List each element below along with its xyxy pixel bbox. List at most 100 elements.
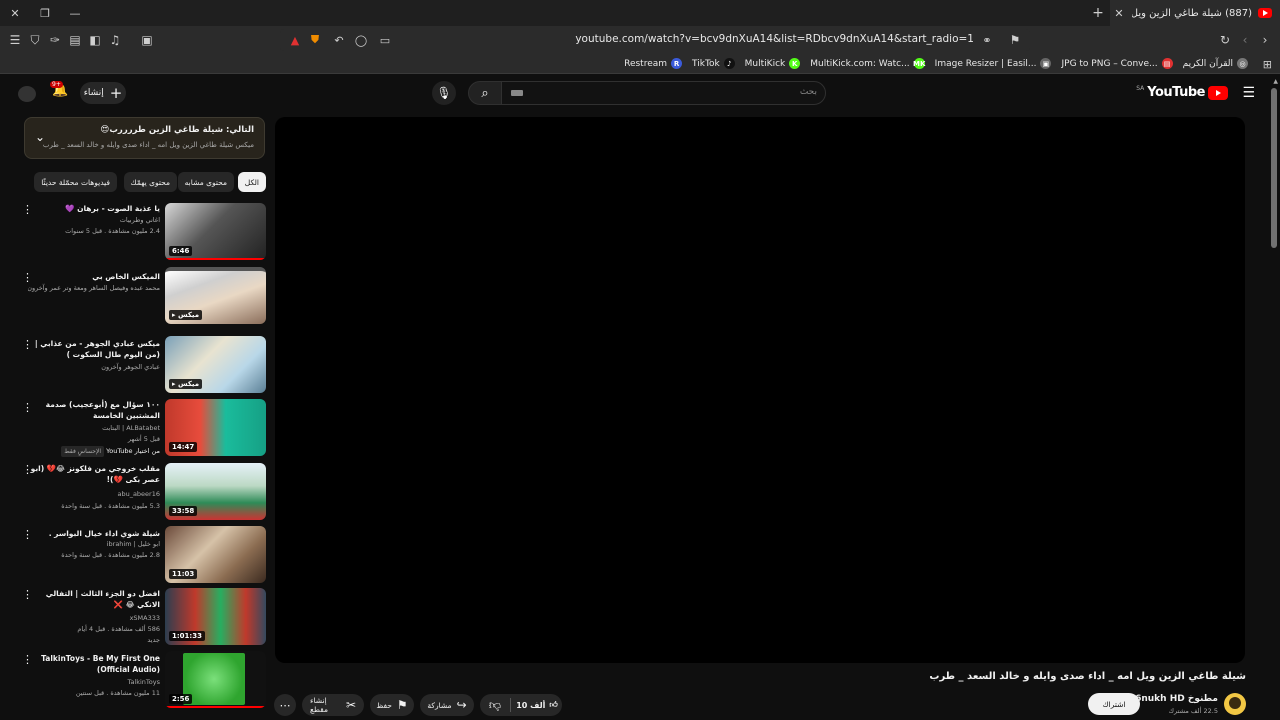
guide-menu-icon[interactable]: ☰ bbox=[1242, 85, 1255, 101]
more-options-icon[interactable]: ⋮ bbox=[22, 463, 33, 476]
address-bar[interactable]: ▲ ⛊ ↶ ◯ ▭ youtube.com/watch?v=bcv9dnXuA1… bbox=[280, 29, 1030, 51]
notifications-button[interactable]: 🔔 9+ bbox=[50, 81, 72, 103]
youtube-logo[interactable]: SA YouTube bbox=[1135, 85, 1228, 100]
list-item[interactable]: 14:47 ١٠٠ سؤال مع (أبوعجيب) صدمة المشتبي… bbox=[18, 399, 266, 459]
video-thumbnail[interactable]: 2:56 bbox=[165, 651, 266, 708]
page-scrollbar[interactable] bbox=[1271, 88, 1277, 248]
playlist-panel[interactable]: ⌄ التالي: شيلة طاغي الزين طررررب😍 ميكس ش… bbox=[24, 117, 265, 159]
video-thumbnail[interactable]: 33:58 bbox=[165, 463, 266, 520]
search-button[interactable]: ⌕ bbox=[468, 81, 502, 105]
video-title[interactable]: TalkinToys - Be My First One (Official A… bbox=[28, 653, 160, 675]
video-title[interactable]: شيلة شوي اداء خيال البواسر . bbox=[28, 528, 160, 539]
new-tab-button[interactable]: + bbox=[1088, 0, 1108, 26]
video-thumbnail[interactable]: 6:46 bbox=[165, 203, 266, 260]
more-options-icon[interactable]: ⋮ bbox=[22, 401, 33, 414]
screen-icon[interactable]: ▭ bbox=[376, 31, 394, 49]
video-thumbnail[interactable]: 14:47 bbox=[165, 399, 266, 456]
browser-tab-youtube[interactable]: ✕ (887) شيلة طاغي الزين ويل امه _ bbox=[1110, 0, 1280, 26]
reload-icon[interactable]: ↻ bbox=[1216, 31, 1234, 49]
channel-name[interactable]: xSMA333 bbox=[28, 613, 160, 624]
link-icon[interactable]: ⚭ bbox=[978, 31, 996, 49]
channel-name[interactable]: اغاني وطربيات bbox=[28, 215, 160, 226]
chip-for-you[interactable]: محتوى يهمّك bbox=[123, 172, 177, 192]
like-button[interactable]: 10 ألف 👍︎ bbox=[512, 694, 562, 716]
share-button[interactable]: مشاركة ↪ bbox=[420, 694, 474, 716]
more-options-icon[interactable]: ⋮ bbox=[22, 653, 33, 666]
forward-icon[interactable]: › bbox=[1256, 31, 1274, 49]
tab-close-icon[interactable]: ✕ bbox=[1112, 7, 1126, 20]
music-icon[interactable]: ♫ bbox=[106, 31, 124, 49]
channel-name[interactable]: عبادي الجوهر وآخرون bbox=[28, 362, 160, 373]
chat-icon[interactable]: ◯ bbox=[352, 31, 370, 49]
bookmark-item[interactable]: JPG to PNG – Conve... ▤ bbox=[1061, 58, 1173, 69]
apps-grid-icon[interactable]: ⊞ bbox=[1263, 58, 1272, 71]
more-options-icon[interactable]: ⋮ bbox=[22, 588, 33, 601]
tabs-icon[interactable]: ▣ bbox=[138, 31, 156, 49]
chip-related[interactable]: محتوى مشابه bbox=[177, 172, 234, 192]
video-title[interactable]: الميكس الخاص بي bbox=[28, 271, 160, 282]
bookmark-item[interactable]: MultiKick K bbox=[745, 58, 801, 69]
channel-name[interactable]: ALBatabet | البتابت bbox=[28, 423, 160, 434]
video-title[interactable]: ١٠٠ سؤال مع (أبوعجيب) صدمة المشتبين الخا… bbox=[28, 399, 160, 421]
brave-shield-icon[interactable]: ⛊ bbox=[306, 31, 324, 49]
video-title[interactable]: يا عذبة الصوت - برهان 💜 bbox=[28, 203, 160, 214]
more-options-icon[interactable]: ⋮ bbox=[22, 528, 33, 541]
list-item[interactable]: ▸ ميكس ميكس عبادي الجوهر - من عذابي | (م… bbox=[18, 336, 266, 396]
list-item[interactable]: 6:46 يا عذبة الصوت - برهان 💜 اغاني وطربي… bbox=[18, 203, 266, 263]
bookmark-item[interactable]: Image Resizer | Easil... ▣ bbox=[935, 58, 1052, 69]
scroll-up-icon[interactable]: ▲ bbox=[1273, 78, 1278, 85]
channel-name[interactable]: abu_abeer16 bbox=[28, 489, 160, 500]
shield-icon[interactable]: ⛉ bbox=[26, 31, 44, 49]
subscribe-button[interactable]: اشتراك bbox=[1088, 693, 1140, 715]
bookmark-item[interactable]: TikTok ♪ bbox=[692, 58, 735, 69]
more-actions-button[interactable]: ⋯ bbox=[274, 694, 296, 716]
bookmark-item[interactable]: القرآن الكريم ◎ bbox=[1183, 58, 1248, 69]
dislike-button[interactable]: 👎︎ bbox=[480, 694, 510, 716]
more-options-icon[interactable]: ⋮ bbox=[22, 271, 33, 284]
window-maximize-icon[interactable]: ❐ bbox=[30, 0, 60, 26]
more-options-icon[interactable]: ⋮ bbox=[22, 338, 33, 351]
chip-recently-uploaded[interactable]: فيديوهات محمّلة حديثًا bbox=[34, 172, 117, 192]
video-title[interactable]: ميكس عبادي الجوهر - من عذابي | (من اليوم… bbox=[28, 338, 160, 360]
video-title[interactable]: مقلب خروجي من فلكونز 😂💔 (ابو عصر بكى 💔)! bbox=[28, 463, 160, 485]
back-icon[interactable]: ‹ bbox=[1236, 31, 1254, 49]
duration-badge: 33:58 bbox=[169, 506, 198, 516]
list-item[interactable]: ▸ ميكس الميكس الخاص بي محمد عبده وفيصل ا… bbox=[18, 267, 266, 329]
list-item[interactable]: 1:01:33 افضل دو الجزء الثالث | التفالي ا… bbox=[18, 588, 266, 648]
url-text[interactable]: youtube.com/watch?v=bcv9dnXuA14&list=RDb… bbox=[575, 33, 974, 45]
reader-icon[interactable]: ▤ bbox=[66, 31, 84, 49]
search-input[interactable]: بحث bbox=[500, 81, 826, 105]
bookmark-item[interactable]: Restream R bbox=[624, 58, 683, 69]
list-item[interactable]: 11:03 شيلة شوي اداء خيال البواسر . ابو خ… bbox=[18, 526, 266, 586]
window-close-icon[interactable]: ✕ bbox=[0, 0, 30, 26]
list-item[interactable]: 2:56 TalkinToys - Be My First One (Offic… bbox=[18, 651, 266, 711]
video-thumbnail[interactable]: 11:03 bbox=[165, 526, 266, 583]
channel-name[interactable]: محمد عبده وفيصل الساهر ومعة وتر عمر وآخر… bbox=[28, 283, 160, 294]
keyboard-icon[interactable] bbox=[511, 90, 523, 96]
undo-icon[interactable]: ↶ bbox=[330, 31, 348, 49]
channel-name[interactable]: TalkinToys bbox=[28, 677, 160, 688]
sidebar-icon[interactable]: ◧ bbox=[86, 31, 104, 49]
menu-icon[interactable]: ☰ bbox=[6, 31, 24, 49]
chip-all[interactable]: الكل bbox=[237, 172, 266, 192]
bookmark-item[interactable]: MultiKick.com: Watc... MK bbox=[810, 58, 925, 69]
window-minimize-icon[interactable]: — bbox=[60, 0, 90, 26]
video-thumbnail[interactable]: 1:01:33 bbox=[165, 588, 266, 645]
video-thumbnail[interactable]: ▸ ميكس bbox=[165, 267, 266, 324]
bookmark-icon[interactable]: ⚑ bbox=[1006, 31, 1024, 49]
video-title[interactable]: افضل دو الجزء الثالث | التفالي الانكي 😂 … bbox=[28, 588, 160, 610]
create-button[interactable]: إنشاء + bbox=[80, 82, 126, 104]
channel-name[interactable]: ابو خليل | ibrahim bbox=[28, 539, 160, 550]
mix-badge: ▸ ميكس bbox=[169, 379, 203, 389]
channel-avatar[interactable] bbox=[1224, 693, 1246, 715]
more-options-icon[interactable]: ⋮ bbox=[22, 203, 33, 216]
pin-icon[interactable]: ✑ bbox=[46, 31, 64, 49]
list-item[interactable]: 33:58 مقلب خروجي من فلكونز 😂💔 (ابو عصر ب… bbox=[18, 463, 266, 523]
voice-search-button[interactable]: 🎙 bbox=[432, 81, 456, 105]
video-player[interactable] bbox=[275, 117, 1245, 663]
save-button[interactable]: حفظ ⚑ bbox=[370, 694, 414, 716]
clip-button[interactable]: إنشاء مقطع ✂ bbox=[302, 694, 364, 716]
account-avatar[interactable] bbox=[18, 86, 36, 102]
video-thumbnail[interactable]: ▸ ميكس bbox=[165, 336, 266, 393]
alert-icon[interactable]: ▲ bbox=[286, 31, 304, 49]
